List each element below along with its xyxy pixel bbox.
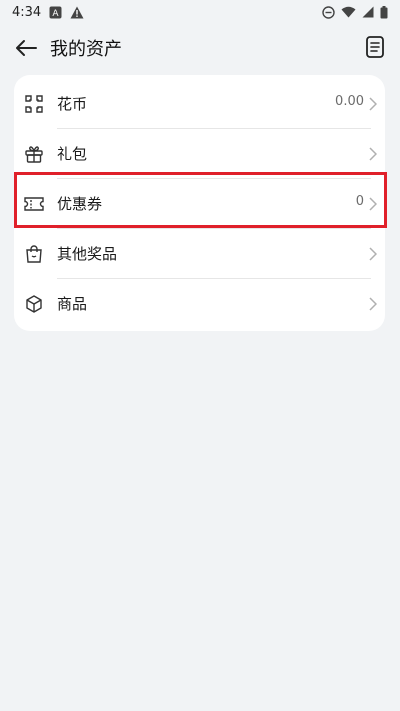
chevron-right-icon [369, 247, 377, 261]
back-arrow-icon [16, 40, 37, 56]
chevron-right-icon [369, 297, 377, 311]
asset-row-gift[interactable]: 礼包 [14, 129, 385, 179]
chevron-right-icon [369, 197, 377, 211]
asset-label: 花币 [57, 95, 88, 113]
document-list-button[interactable] [362, 34, 388, 60]
a-notification-icon: A [49, 6, 62, 19]
asset-label: 优惠券 [57, 195, 103, 213]
assets-card: 花币 0.00 礼包 优惠券 0 其他奖品 商品 [14, 75, 385, 331]
svg-text:A: A [53, 9, 60, 19]
do-not-disturb-icon [322, 5, 335, 19]
chevron-right-icon [369, 97, 377, 111]
coupon-icon [22, 192, 46, 216]
warning-icon [70, 6, 84, 19]
gift-icon [22, 142, 46, 166]
shopping-bag-icon [22, 242, 46, 266]
document-list-icon [366, 36, 384, 58]
status-time: 4:34 [12, 4, 42, 20]
status-right [322, 5, 388, 19]
flower-coin-icon [22, 92, 46, 116]
box-icon [22, 292, 46, 316]
back-button[interactable] [12, 34, 40, 62]
wifi-icon [341, 6, 356, 18]
asset-label: 商品 [57, 295, 88, 313]
asset-row-coupon[interactable]: 优惠券 0 [14, 179, 385, 229]
asset-row-products[interactable]: 商品 [14, 279, 385, 329]
asset-label: 其他奖品 [57, 245, 118, 263]
chevron-right-icon [369, 147, 377, 161]
page-title: 我的资产 [50, 39, 122, 60]
battery-icon [380, 5, 388, 19]
asset-row-flower-coin[interactable]: 花币 0.00 [14, 79, 385, 129]
asset-row-other-prizes[interactable]: 其他奖品 [14, 229, 385, 279]
status-bar: 4:34 A [0, 0, 400, 24]
asset-label: 礼包 [57, 145, 88, 163]
signal-icon [362, 6, 374, 18]
app-header: 我的资产 [0, 24, 400, 70]
asset-value: 0.00 [335, 94, 364, 109]
asset-value: 0 [355, 194, 364, 209]
status-left: 4:34 A [12, 5, 84, 20]
